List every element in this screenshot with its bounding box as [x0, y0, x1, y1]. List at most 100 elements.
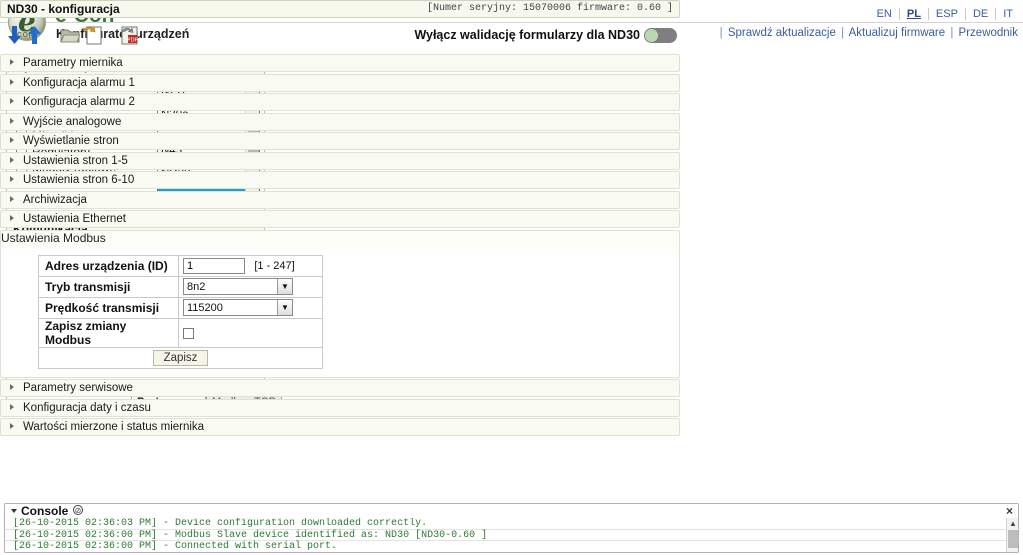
upload-arrow-icon[interactable] [26, 25, 43, 48]
save-button[interactable]: Zapisz [152, 349, 209, 366]
chevron-down-icon[interactable]: ▼ [277, 279, 292, 294]
console-header[interactable]: Console ⊘ × [5, 504, 1018, 518]
language-switcher[interactable]: EN PL ESP DE IT [869, 8, 1015, 20]
section-label: Parametry serwisowe [23, 382, 133, 394]
section-ustawienia-ethernet[interactable]: Ustawienia Ethernet [0, 210, 680, 228]
section-parametry-serwisowe[interactable]: Parametry serwisowe [0, 379, 680, 397]
table-row: Prędkość transmisji 115200 ▼ [38, 296, 323, 319]
section-label: Parametry miernika [23, 57, 123, 69]
console-scrollbar[interactable]: ▲ [1006, 518, 1018, 552]
modbus-mode-select[interactable]: 8n2 ▼ [183, 278, 293, 295]
update-firmware-link[interactable]: Aktualizuj firmware [849, 27, 946, 39]
section-wyswietlanie-stron[interactable]: Wyświetlanie stron [0, 132, 680, 150]
guide-link[interactable]: Przewodnik [959, 27, 1018, 39]
table-row: Zapisz zmiany Modbus [38, 317, 323, 348]
chevron-right-icon [10, 195, 14, 202]
console-line: [26-10-2015 02:36:00 PM] - Modbus Slave … [5, 530, 1020, 541]
chevron-right-icon [10, 176, 14, 182]
modbus-save-changes-label: Zapisz zmiany Modbus [38, 317, 179, 348]
application-window: e CON e-Con Konfigurator urządzeń ENPLES… [0, 0, 1023, 555]
chevron-right-icon [10, 137, 14, 143]
section-label: Wartości mierzone i status miernika [23, 421, 205, 433]
modbus-address-cell: [1 - 247] [178, 254, 323, 277]
main-configuration-panel: ND30 - konfiguracja [Numer seryjny: 1507… [0, 0, 680, 441]
modbus-speed-label: Prędkość transmisji [38, 296, 179, 319]
chevron-down-icon[interactable]: ▼ [277, 300, 292, 315]
clear-console-icon[interactable]: ⊘ [73, 505, 83, 515]
console-log: [26-10-2015 02:36:03 PM] - Device config… [5, 518, 1020, 552]
modbus-save-cell: Zapisz [38, 346, 323, 369]
section-archiwizacja[interactable]: Archiwizacja [0, 190, 680, 209]
section-konfiguracja-alarmu-1[interactable]: Konfiguracja alarmu 1 [0, 73, 680, 92]
link-separator-2: | [950, 27, 954, 39]
modbus-settings-table: Adres urządzenia (ID) [1 - 247] Tryb tra… [38, 254, 323, 369]
modbus-save-changes-checkbox[interactable] [183, 327, 194, 339]
section-label: Ustawienia stron 1-5 [23, 154, 128, 167]
lang-esp[interactable]: ESP [928, 8, 966, 20]
chevron-right-icon [10, 98, 14, 104]
chevron-right-icon [10, 78, 14, 85]
console-title: Console [21, 504, 69, 518]
modbus-speed-cell: 115200 ▼ [178, 296, 323, 319]
section-ustawienia-stron-6-10[interactable]: Ustawienia stron 6-10 [0, 171, 680, 189]
console-line: [26-10-2015 02:36:03 PM] - Device config… [5, 518, 1020, 530]
link-separator-1: | [841, 27, 845, 39]
console-panel: Console ⊘ × [26-10-2015 02:36:03 PM] - D… [4, 503, 1020, 553]
chevron-right-icon [10, 59, 14, 65]
section-label: Ustawienia Ethernet [23, 213, 126, 225]
main-title: ND30 - konfiguracja [7, 2, 120, 16]
scroll-up-icon[interactable]: ▲ [1007, 518, 1019, 529]
scrollbar-thumb[interactable] [1008, 530, 1018, 548]
section-konfiguracja-alarmu-2[interactable]: Konfiguracja alarmu 2 [0, 93, 680, 111]
section-ustawienia-stron-1-5[interactable]: Ustawienia stron 1-5 [0, 151, 680, 170]
svg-text:PDF: PDF [127, 38, 138, 44]
open-file-icon[interactable] [60, 27, 81, 47]
lang-en[interactable]: EN [869, 8, 900, 20]
configuration-sections: Parametry miernika Konfiguracja alarmu 1… [0, 54, 680, 438]
section-label: Konfiguracja alarmu 2 [23, 96, 135, 108]
toggle-knob[interactable] [645, 29, 658, 42]
section-ustawienia-modbus: Ustawienia Modbus Adres urządzenia (ID) … [0, 229, 680, 378]
console-line: [26-10-2015 02:36:00 PM] - Connected wit… [5, 541, 1020, 552]
section-label: Konfiguracja alarmu 1 [23, 76, 135, 89]
modbus-speed-value: 115200 [187, 302, 223, 314]
lang-pl[interactable]: PL [899, 8, 929, 20]
modbus-address-range: [1 - 247] [254, 259, 295, 272]
section-wartosci-mierzone[interactable]: Wartości mierzone i status miernika [0, 418, 680, 436]
modbus-mode-value: 8n2 [187, 281, 206, 293]
check-updates-link[interactable]: Sprawdź aktualizacje [728, 27, 836, 39]
download-arrow-icon[interactable] [6, 25, 23, 48]
section-label: Konfiguracja daty i czasu [23, 401, 151, 414]
section-wyjscie-analogowe[interactable]: Wyjście analogowe [0, 112, 680, 131]
chevron-right-icon [10, 403, 14, 410]
export-pdf-icon[interactable]: PDF [120, 26, 140, 48]
modbus-save-changes-cell [178, 317, 323, 348]
serial-firmware-info: [Numer seryjny: 15070006 firmware: 0.60 … [426, 3, 673, 14]
main-toolbar: PDF Wyłącz walidację formularzy dla ND30 [0, 22, 680, 50]
modbus-speed-select[interactable]: 115200 ▼ [183, 299, 293, 316]
validation-toggle[interactable] [644, 28, 677, 43]
main-title-bar: ND30 - konfiguracja [Numer seryjny: 1507… [0, 0, 680, 18]
chevron-right-icon [10, 384, 14, 390]
section-label: Wyjście analogowe [23, 115, 122, 128]
section-label: Wyświetlanie stron [23, 135, 119, 147]
section-label: Ustawienia stron 6-10 [23, 174, 135, 186]
chevron-right-icon [10, 215, 14, 221]
modbus-section-header[interactable]: Ustawienia Modbus [1, 230, 679, 249]
section-parametry-miernika[interactable]: Parametry miernika [0, 54, 680, 72]
link-separator-0: | [719, 27, 723, 39]
close-icon[interactable]: × [1006, 504, 1013, 518]
chevron-right-icon [10, 117, 14, 124]
modbus-mode-cell: 8n2 ▼ [178, 275, 323, 298]
lang-it[interactable]: IT [996, 8, 1015, 20]
modbus-address-label: Adres urządzenia (ID) [38, 254, 179, 277]
table-row: Zapisz [38, 346, 323, 369]
save-file-icon[interactable] [82, 26, 102, 48]
lang-de[interactable]: DE [965, 8, 997, 20]
header-links: | Sprawdź aktualizacje | Aktualizuj firm… [718, 27, 1018, 39]
section-konfiguracja-daty-i-czasu[interactable]: Konfiguracja daty i czasu [0, 398, 680, 417]
chevron-down-icon[interactable] [11, 509, 17, 513]
table-row: Tryb transmisji 8n2 ▼ [38, 275, 323, 298]
modbus-address-input[interactable] [183, 257, 245, 274]
section-label: Archiwizacja [23, 193, 87, 206]
